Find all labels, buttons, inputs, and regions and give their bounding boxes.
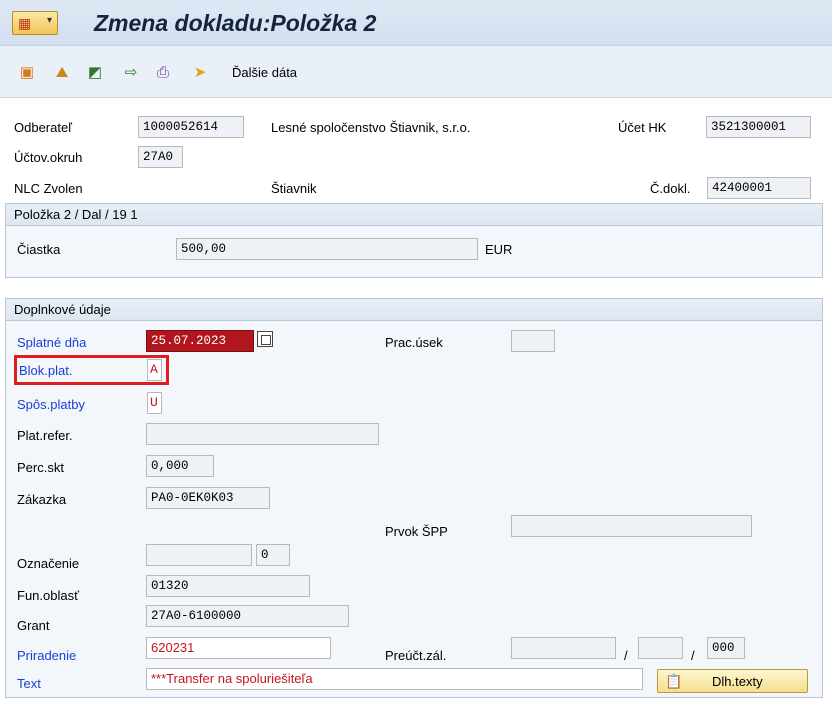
- sposob-platby-label: Spôs.platby: [17, 397, 85, 412]
- grant-label: Grant: [17, 618, 50, 633]
- separator-slash-1: /: [624, 648, 628, 663]
- long-texts-button[interactable]: 📋 Dlh.texty: [657, 669, 808, 693]
- page-title: Zmena dokladu:Položka 2: [94, 10, 377, 36]
- application-toolbar: ▣ ⛰ ◩ ⇨ ⎙ ➤ Ďalšie dáta: [0, 46, 832, 98]
- calendar-popup-icon[interactable]: [257, 331, 273, 347]
- prvok-spp-label: Prvok ŠPP: [385, 524, 448, 539]
- zakazka-label: Zákazka: [17, 492, 67, 507]
- zakazka-field[interactable]: PA0-0EK0K03: [146, 487, 270, 509]
- item-section-header: Položka 2 / Dal / 19 1: [6, 204, 822, 226]
- splatne-dna-label: Splatné dňa: [17, 335, 87, 350]
- currency-label: EUR: [485, 242, 513, 257]
- additional-data-header: Doplnkové údaje: [6, 299, 822, 321]
- more-data-button[interactable]: Ďalšie dáta: [232, 65, 297, 80]
- city-text: NLC Zvolen: [14, 181, 83, 196]
- sap-menu-button[interactable]: ▦ ▾: [12, 11, 58, 35]
- blok-plat-label: Blok.plat.: [19, 363, 73, 378]
- odberatel-field[interactable]: 1000052614: [138, 116, 244, 138]
- uctov-okruh-field[interactable]: 27A0: [138, 146, 183, 168]
- place-text: Štiavnik: [271, 181, 317, 196]
- back-icon[interactable]: ◩: [85, 64, 105, 82]
- priradenie-label: Priradenie: [17, 648, 77, 663]
- oznacenie-field[interactable]: [146, 544, 252, 566]
- additional-data-title: Doplnkové údaje: [14, 302, 111, 317]
- odberatel-label: Odberateľ: [14, 120, 72, 135]
- preuct-zal-field-2[interactable]: [638, 637, 683, 659]
- chevron-down-icon: ▾: [46, 15, 52, 26]
- perc-skt-label: Perc.skt: [17, 460, 64, 475]
- long-texts-label: Dlh.texty: [712, 674, 763, 689]
- item-section-title: Položka 2 / Dal / 19 1: [14, 207, 138, 222]
- perc-skt-field[interactable]: 0,000: [146, 455, 214, 477]
- prac-usek-label: Prac.úsek: [385, 335, 443, 350]
- plat-refer-field[interactable]: [146, 423, 379, 445]
- splatne-dna-field[interactable]: 25.07.2023: [146, 330, 254, 352]
- preuct-zal-label: Preúčt.zál.: [385, 648, 447, 663]
- uctov-okruh-label: Účtov.okruh: [14, 150, 83, 165]
- title-bar: ▦ ▾ Zmena dokladu:Položka 2: [0, 0, 832, 46]
- long-text-icon: 📋: [665, 673, 683, 689]
- prvok-spp-field[interactable]: [511, 515, 752, 537]
- forward-icon[interactable]: ⇨: [121, 64, 141, 82]
- text-field[interactable]: ***Transfer na spoluriešiteľa: [146, 668, 643, 690]
- blok-plat-field[interactable]: A: [147, 359, 162, 381]
- c-dokl-field[interactable]: 42400001: [707, 177, 811, 199]
- create-icon[interactable]: ▣: [17, 64, 37, 82]
- fun-oblast-field[interactable]: 01320: [146, 575, 310, 597]
- grant-field[interactable]: 27A0-6100000: [146, 605, 349, 627]
- priradenie-field[interactable]: 620231: [146, 637, 331, 659]
- sap-menu-icon: ▦: [18, 15, 32, 31]
- more-data-icon[interactable]: ➤: [190, 64, 210, 82]
- ucet-hk-label: Účet HK: [618, 120, 667, 135]
- print-icon[interactable]: ⎙: [153, 64, 173, 82]
- text-label: Text: [17, 676, 41, 691]
- preuct-zal-field-1[interactable]: [511, 637, 616, 659]
- ciastka-label: Čiastka: [17, 242, 61, 257]
- odberatel-name: Lesné spoločenstvo Štiavnik, s.r.o.: [271, 120, 471, 135]
- preuct-zal-field-3[interactable]: 000: [707, 637, 745, 659]
- oznacenie-label: Označenie: [17, 556, 80, 571]
- oznacenie-number-field[interactable]: 0: [256, 544, 290, 566]
- prac-usek-field[interactable]: [511, 330, 555, 352]
- ciastka-field[interactable]: 500,00: [176, 238, 478, 260]
- display-icon[interactable]: ⛰: [52, 64, 72, 82]
- ucet-hk-field[interactable]: 3521300001: [706, 116, 811, 138]
- sposob-platby-field[interactable]: U: [147, 392, 162, 414]
- fun-oblast-label: Fun.oblasť: [17, 588, 79, 603]
- plat-refer-label: Plat.refer.: [17, 428, 73, 443]
- c-dokl-label: Č.dokl.: [650, 181, 691, 196]
- separator-slash-2: /: [691, 648, 695, 663]
